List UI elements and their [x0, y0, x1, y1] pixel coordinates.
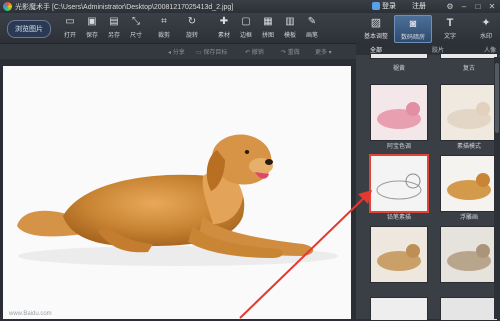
brush-icon: ✎: [307, 16, 317, 27]
material-icon: ✚: [219, 16, 229, 27]
effect-thumb-sketch-mode[interactable]: [440, 84, 498, 141]
border-icon: ▢: [241, 16, 251, 27]
undo-button[interactable]: ↶ 撤销: [245, 47, 264, 56]
app-logo-icon: [3, 2, 12, 11]
login-link[interactable]: 登录: [382, 1, 396, 11]
effect-thumb[interactable]: [370, 297, 428, 321]
save-target-button[interactable]: ▭ 保存目标: [196, 47, 227, 56]
save-as-button[interactable]: ▤ 另存: [104, 16, 124, 39]
dog-thumb-image: [447, 102, 491, 129]
watermark-text: www.Baidu.com: [9, 311, 52, 317]
tab-basic-adjust[interactable]: ▨ 基本调整: [358, 15, 394, 41]
effect-label: 浮雕画: [459, 215, 478, 221]
redo-button[interactable]: ↷ 重做: [281, 47, 300, 56]
folder-icon: ▭: [65, 16, 75, 27]
dog-thumb-image: [447, 173, 491, 200]
panel-scrollbar[interactable]: [494, 57, 500, 319]
adjust-icon: ▨: [370, 17, 382, 29]
dog-thumb-image: [377, 244, 421, 271]
effects-panel: 全部 胶片 人像 褪黄 复古 阿宝色调 素描模式 铅笔素描 浮雕画: [356, 43, 500, 321]
tab-watermark[interactable]: ✦ 水印: [468, 15, 500, 41]
more-button[interactable]: 更多 ▾: [315, 47, 332, 56]
crop-button[interactable]: ⌗ 裁剪: [154, 16, 174, 39]
resize-button[interactable]: ⤡ 尺寸: [126, 16, 146, 39]
effect-thumb-relief[interactable]: [440, 155, 498, 212]
register-link[interactable]: 注册: [412, 1, 426, 11]
window-controls: ⚙ – □ ✕: [444, 1, 498, 11]
effect-label: 复古: [462, 66, 475, 72]
scrollbar-thumb[interactable]: [495, 63, 499, 133]
effect-thumb-abao[interactable]: [370, 84, 428, 141]
title-bar: 光影魔术手 [C:\Users\Administrator\Desktop\20…: [0, 0, 500, 13]
effect-label: 素描模式: [456, 144, 481, 150]
collage-icon: ▦: [263, 16, 273, 27]
effect-thumb[interactable]: [370, 53, 428, 59]
save-icon: ▣: [87, 16, 97, 27]
maximize-icon[interactable]: □: [472, 1, 484, 11]
effect-label: 阿宝色调: [386, 144, 411, 150]
effect-thumb[interactable]: [440, 53, 498, 59]
rotate-icon: ↻: [187, 16, 197, 27]
image-canvas[interactable]: www.Baidu.com: [0, 59, 356, 319]
text-icon: T: [446, 17, 454, 29]
effect-thumb[interactable]: [370, 226, 428, 283]
share-button[interactable]: ◂ 分享: [168, 47, 185, 56]
effect-label: 铅笔素描: [386, 215, 411, 221]
rotate-button[interactable]: ↻ 旋转: [182, 16, 202, 39]
dog-thumb-image: [377, 102, 421, 129]
minimize-icon[interactable]: –: [458, 1, 470, 11]
darkroom-icon: ◙: [409, 18, 417, 30]
browse-images-button[interactable]: 浏览图片: [7, 20, 51, 38]
window-title: 光影魔术手 [C:\Users\Administrator\Desktop\20…: [15, 4, 234, 11]
main-toolbar: 浏览图片 ▭ 打开 ▣ 保存 ▤ 另存 ⤡ 尺寸 ⌗ 裁剪 ↻ 旋转 ✚ 素材 ▢ 边框 ▦ 拼图…: [0, 13, 356, 44]
tab-darkroom[interactable]: ◙ 数码暗房: [394, 15, 432, 43]
material-button[interactable]: ✚ 素材: [214, 16, 234, 39]
tab-text[interactable]: T 文字: [432, 15, 468, 41]
action-bar: ◂ 分享 ▭ 保存目标 ↶ 撤销 ↷ 重做 更多 ▾: [0, 44, 356, 59]
effect-thumb-pencil-sketch[interactable]: [370, 155, 428, 212]
effect-thumb[interactable]: [440, 297, 498, 321]
border-button[interactable]: ▢ 边框: [236, 16, 256, 39]
open-button[interactable]: ▭ 打开: [60, 16, 80, 39]
settings-icon[interactable]: ⚙: [444, 1, 456, 11]
resize-icon: ⤡: [132, 16, 140, 27]
photo-preview[interactable]: www.Baidu.com: [3, 66, 351, 319]
save-button[interactable]: ▣ 保存: [82, 16, 102, 39]
right-tab-bar: ▨ 基本调整 ◙ 数码暗房 T 文字 ✦ 水印: [356, 13, 500, 43]
template-icon: ▥: [285, 16, 295, 27]
crop-icon: ⌗: [161, 16, 167, 27]
save-as-icon: ▤: [109, 16, 119, 27]
dog-thumb-image: [447, 244, 491, 271]
user-icon[interactable]: [372, 2, 380, 10]
watermark-icon: ✦: [481, 17, 491, 29]
effect-thumb[interactable]: [440, 226, 498, 283]
dog-image: [17, 134, 338, 266]
close-icon[interactable]: ✕: [486, 1, 498, 11]
collage-button[interactable]: ▦ 拼图: [258, 16, 278, 39]
effect-label: 褪黄: [392, 66, 405, 72]
template-button[interactable]: ▥ 模板: [280, 16, 300, 39]
brush-button[interactable]: ✎ 画笔: [302, 16, 322, 39]
effects-grid: 褪黄 复古 阿宝色调 素描模式 铅笔素描 浮雕画: [356, 53, 498, 321]
dog-thumb-image: [376, 173, 422, 200]
